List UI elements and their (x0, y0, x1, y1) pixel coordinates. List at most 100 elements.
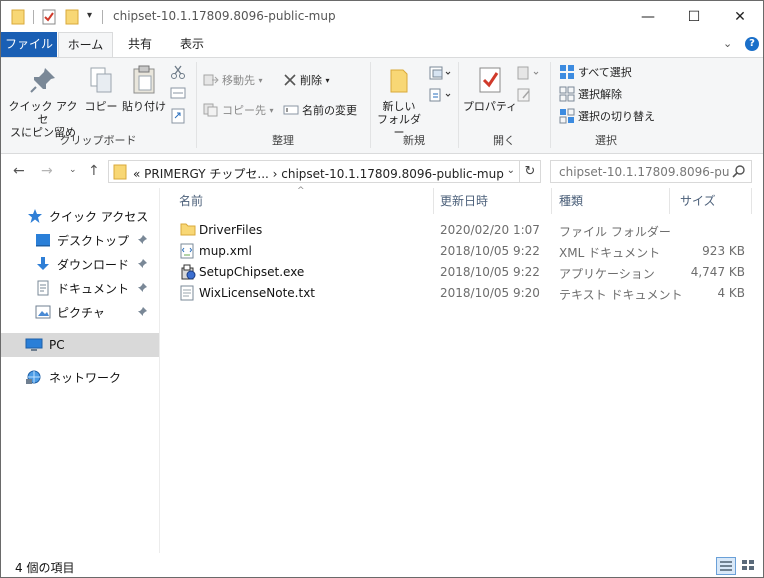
nav-item-downloads[interactable]: ダウンロード (1, 252, 159, 276)
file-row[interactable]: mup.xml 2018/10/05 9:22 XML ドキュメント 923 K… (177, 241, 757, 262)
recent-locations-icon[interactable]: ⌄ (69, 165, 77, 175)
nav-item-pc[interactable]: PC (1, 333, 159, 357)
copy-path-icon[interactable] (170, 86, 186, 103)
navigation-pane: クイック アクセス デスクトップ ダウンロード ドキュメント ピクチャ PC ネ… (1, 188, 160, 553)
column-separator[interactable] (669, 188, 670, 214)
column-header-type[interactable]: 種類 (559, 188, 669, 214)
address-dropdown-icon[interactable]: ⌄ (507, 165, 515, 176)
column-separator[interactable] (551, 188, 552, 214)
nav-label: ドキュメント (57, 281, 130, 296)
move-to-button[interactable]: 移動先 ▾ (203, 70, 263, 90)
column-header-date[interactable]: 更新日時 (440, 188, 550, 214)
new-group-label: 新規 (403, 134, 425, 147)
ribbon-collapse-icon[interactable]: ⌄ (723, 37, 732, 50)
new-folder-quick-icon[interactable] (65, 9, 79, 28)
select-all-button[interactable]: すべて選択 (559, 62, 632, 82)
ribbon-tab-bar: ファイル ホーム 共有 表示 ⌄ ? (1, 32, 763, 58)
rename-button[interactable]: 名前の変更 (283, 100, 357, 120)
tab-share[interactable]: 共有 (117, 32, 163, 57)
edit-file-icon[interactable] (517, 88, 533, 105)
open-file-icon[interactable] (517, 66, 541, 83)
pinned-icon (137, 282, 153, 296)
file-row[interactable]: SetupChipset.exe 2018/10/05 9:22 アプリケーショ… (177, 262, 757, 283)
pin-icon (30, 68, 55, 93)
network-icon (26, 370, 41, 384)
star-icon (28, 209, 42, 223)
nav-item-network[interactable]: ネットワーク (1, 365, 159, 389)
properties-button[interactable]: プロパティ (461, 64, 519, 113)
nav-label: クイック アクセス (49, 209, 149, 224)
folder-icon (180, 222, 196, 239)
nav-label: ネットワーク (49, 370, 122, 385)
properties-quick-icon[interactable] (42, 9, 56, 28)
paste-button[interactable]: 貼り付け (121, 64, 167, 113)
xml-file-icon (180, 243, 194, 262)
delete-button[interactable]: 削除 ▾ (283, 70, 330, 90)
nav-item-documents[interactable]: ドキュメント (1, 276, 159, 300)
file-type: ファイル フォルダー (559, 225, 671, 239)
select-all-label: すべて選択 (578, 66, 632, 79)
details-view-icon[interactable] (716, 557, 736, 575)
customize-quick-access-icon[interactable]: ▾ (87, 10, 92, 21)
file-name: DriverFiles (199, 223, 263, 237)
explorer-window: ▾ chipset-10.1.17809.8096-public-mup — ☐… (0, 0, 764, 578)
up-arrow-icon[interactable]: ↑ (88, 163, 100, 179)
paste-label: 貼り付け (122, 100, 166, 113)
tab-view[interactable]: 表示 (169, 32, 215, 57)
select-all-icon (560, 65, 574, 79)
file-row[interactable]: WixLicenseNote.txt 2018/10/05 9:20 テキスト … (177, 283, 757, 304)
move-to-label: 移動先 (222, 74, 255, 87)
status-bar: 4 個の項目 (1, 554, 763, 577)
open-group: プロパティ 開く (459, 58, 549, 153)
organize-group-label: 整理 (272, 134, 294, 147)
easy-access-icon[interactable] (429, 88, 453, 105)
new-item-icon[interactable] (429, 66, 453, 83)
address-folder-icon (113, 164, 127, 183)
forward-arrow-icon[interactable]: → (41, 163, 53, 179)
maximize-button[interactable]: ☐ (671, 1, 717, 32)
pinned-icon (137, 234, 153, 248)
column-separator[interactable] (751, 188, 752, 214)
column-separator[interactable] (433, 188, 434, 214)
file-size: 4 KB (717, 286, 745, 300)
paste-icon (133, 65, 155, 94)
window-title: chipset-10.1.17809.8096-public-mup (113, 9, 336, 23)
large-icons-view-icon[interactable] (739, 557, 759, 575)
paste-shortcut-icon[interactable] (170, 108, 186, 127)
file-date: 2020/02/20 1:07 (440, 223, 540, 237)
document-icon (37, 280, 49, 296)
copy-to-button[interactable]: コピー先 ▾ (203, 100, 274, 120)
title-bar: ▾ chipset-10.1.17809.8096-public-mup — ☐… (1, 1, 763, 32)
search-box[interactable]: chipset-10.1.17809.8096-publi... (550, 160, 752, 183)
close-button[interactable]: ✕ (717, 1, 763, 32)
select-none-button[interactable]: 選択解除 (559, 84, 622, 104)
pictures-icon (35, 305, 51, 319)
select-group-label: 選択 (595, 134, 617, 147)
ribbon: クイック アクセ スにピン留め コピー 貼り付け クリップボード 移動先 ▾ コ… (1, 57, 763, 154)
copy-label: コピー (84, 100, 118, 113)
tab-home[interactable]: ホーム (58, 32, 113, 58)
column-header-name[interactable]: 名前 (179, 188, 429, 214)
delete-label: 削除 (300, 74, 322, 87)
column-header-size[interactable]: サイズ (680, 188, 750, 214)
copy-button[interactable]: コピー (81, 64, 121, 113)
file-type: アプリケーション (559, 267, 655, 281)
cut-icon[interactable] (170, 64, 186, 83)
select-none-label: 選択解除 (578, 88, 622, 101)
invert-selection-button[interactable]: 選択の切り替え (559, 106, 655, 126)
search-input[interactable]: chipset-10.1.17809.8096-publi... (559, 165, 729, 179)
nav-item-quick-access[interactable]: クイック アクセス (1, 204, 159, 228)
pin-quick-access-button[interactable]: クイック アクセ スにピン留め (7, 64, 79, 139)
help-icon[interactable]: ? (745, 37, 759, 51)
new-folder-button[interactable]: 新しい フォルダー (375, 64, 423, 139)
nav-item-pictures[interactable]: ピクチャ (1, 300, 159, 324)
file-row[interactable]: DriverFiles 2020/02/20 1:07 ファイル フォルダー (177, 220, 757, 241)
address-bar[interactable]: « PRIMERGY チップセ... › chipset-10.1.17809.… (108, 160, 520, 183)
quick-access-separator (33, 10, 34, 24)
refresh-button[interactable]: ↻ (519, 160, 541, 183)
minimize-button[interactable]: — (625, 1, 671, 32)
tab-file[interactable]: ファイル (1, 32, 57, 57)
copy-icon (90, 67, 112, 93)
back-arrow-icon[interactable]: ← (13, 163, 25, 179)
nav-item-desktop[interactable]: デスクトップ (1, 228, 159, 252)
